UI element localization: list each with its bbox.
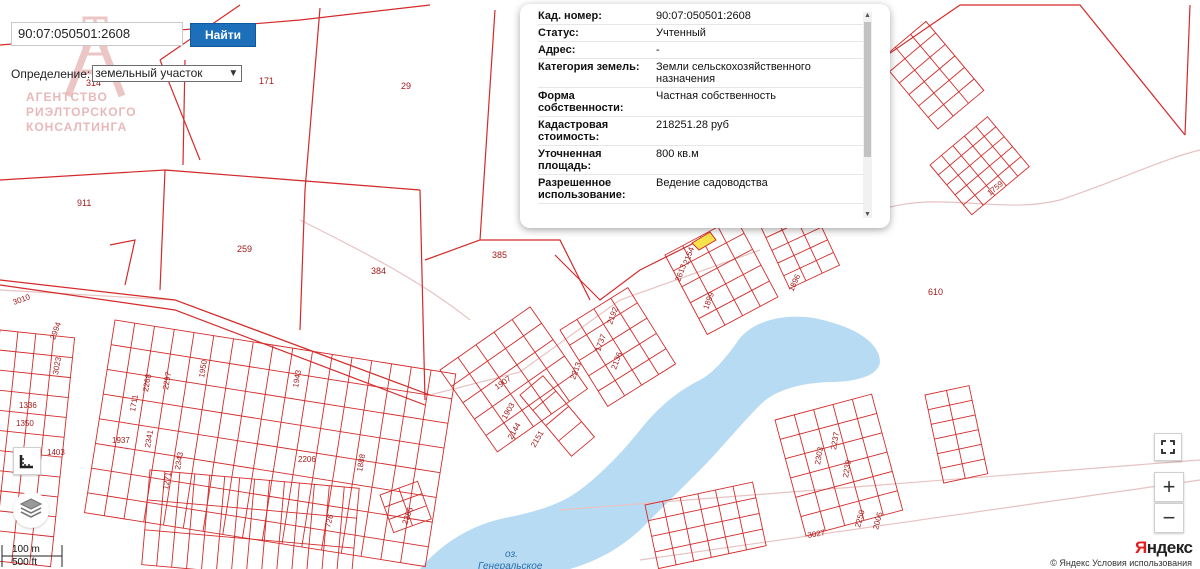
parcel-label: 1896 <box>787 272 803 292</box>
parcel-label: 2239 <box>841 459 853 479</box>
fullscreen-button[interactable] <box>1154 433 1182 461</box>
parcel-label: 2136 <box>609 350 624 370</box>
parcel-label: 385 <box>492 250 507 260</box>
parcel-label: 171 <box>259 76 274 86</box>
parcel-label: 1903 <box>500 401 517 421</box>
cadastral-search-input[interactable]: 90:07:050501:2608 <box>11 22 183 46</box>
parcel-label: 1711 <box>128 393 140 412</box>
parcel-label: 610 <box>928 287 943 297</box>
info-value: 90:07:050501:2608 <box>656 10 751 22</box>
lake-label: Генеральское <box>478 561 543 569</box>
watermark-line: АГЕНТСТВО <box>26 90 108 104</box>
info-key: Кадастровая стоимость: <box>538 119 609 143</box>
info-key: Кад. номер: <box>538 10 602 22</box>
definition-label: Определение: <box>11 66 91 81</box>
yandex-logo-rest: ндекс <box>1146 538 1193 557</box>
scale-500ft: 500 ft <box>12 557 38 568</box>
parcel-label: 3010 <box>12 292 32 307</box>
parcel-label: 259 <box>237 244 252 254</box>
info-key: Уточненная площадь: <box>538 148 602 172</box>
layers-icon <box>19 498 43 518</box>
yandex-logo-y: Я <box>1135 538 1147 557</box>
lake-label: оз. <box>505 549 518 560</box>
info-key: Категория земель: <box>538 61 640 73</box>
popup-scrollbar[interactable]: ▲ ▼ <box>863 12 872 218</box>
zoom-out-button[interactable]: − <box>1154 503 1184 533</box>
info-row: Разрешенное использование: Ведение садово… <box>538 175 870 204</box>
parcel-label: 1336 <box>19 401 37 410</box>
parcel-label: 2151 <box>529 429 546 449</box>
info-value: Частная собственность <box>656 90 777 102</box>
info-row: Адрес: - <box>538 42 870 59</box>
info-value: Ведение садоводства <box>656 177 768 189</box>
info-value: Учтенный <box>656 27 706 39</box>
parcel-label: 29 <box>401 81 411 91</box>
scroll-up-icon[interactable]: ▲ <box>864 12 871 19</box>
search-button[interactable]: Найти <box>190 23 256 47</box>
info-row: Кадастровая стоимость: 218251.28 руб <box>538 117 870 146</box>
parcel-label: 911 <box>77 198 91 208</box>
parcel-label: 1403 <box>47 448 65 457</box>
info-value: Земли сельскохозяйственного назначения <box>656 61 811 85</box>
layers-button[interactable] <box>13 492 49 528</box>
parcel-label: 1943 <box>291 369 303 389</box>
info-row: Категория земель: Земли сельскохозяйствен… <box>538 59 870 88</box>
info-key: Статус: <box>538 27 579 39</box>
parcel-label: 1737 <box>593 332 608 352</box>
info-value: 800 кв.м <box>656 148 699 160</box>
parcel-label: 2994 <box>48 320 63 340</box>
fullscreen-icon <box>1161 440 1175 454</box>
watermark-line: КОНСАЛТИНГА <box>26 120 128 134</box>
parcel-label: 2343 <box>173 451 185 471</box>
parcel-label: 1888 <box>355 453 367 473</box>
ruler-icon <box>19 455 33 469</box>
scale-100m: 100 m <box>12 544 40 555</box>
zoom-in-button[interactable]: + <box>1154 472 1184 502</box>
info-row: Статус: Учтенный <box>538 25 870 42</box>
info-key: Форма собственности: <box>538 90 624 114</box>
parcel-label: 2213 <box>568 360 583 380</box>
parcel-label: 1937 <box>112 436 130 445</box>
agency-watermark: АГЕНТСТВО РИЭЛТОРСКОГО КОНСАЛТИНГА <box>26 90 137 135</box>
parcel-info-popup: Кад. номер: 90:07:050501:2608 Статус: Учте… <box>520 4 890 228</box>
parcel-label: 3027 <box>807 528 827 540</box>
definition-select[interactable]: земельный участок ▼ <box>92 65 243 82</box>
parcel-label: 3023 <box>51 356 63 376</box>
parcel-label: 2206 <box>298 455 316 464</box>
parcel-label: 2613 <box>673 262 688 282</box>
parcel-label: 2355 <box>400 505 415 525</box>
info-row: Кад. номер: 90:07:050501:2608 <box>538 8 870 25</box>
parcel-label: 2250 <box>853 508 866 528</box>
info-value: 218251.28 руб <box>656 119 729 131</box>
parcel-label: 2297 <box>161 371 173 391</box>
parcel-info-table: Кад. номер: 90:07:050501:2608 Статус: Учте… <box>538 8 870 204</box>
copyright-terms[interactable]: © Яндекс Условия использования <box>1050 558 1192 568</box>
parcel-label: 2303 <box>813 446 825 466</box>
parcel-label: 1350 <box>16 419 34 428</box>
parcel-label: 2005 <box>871 510 884 530</box>
scrollbar-thumb[interactable] <box>864 22 871 157</box>
parcel-label: 2341 <box>143 429 155 449</box>
parcel-label: 1907 <box>493 374 513 392</box>
parcel-label: 2144 <box>506 421 523 441</box>
chevron-down-icon: ▼ <box>228 68 239 79</box>
info-key: Разрешенное использование: <box>538 177 626 201</box>
parcel-label: 2268 <box>141 373 153 393</box>
info-row: Уточненная площадь: 800 кв.м <box>538 146 870 175</box>
parcel-label: 384 <box>371 266 386 276</box>
info-key: Адрес: <box>538 44 576 56</box>
ruler-button[interactable] <box>13 447 41 475</box>
parcel-label: 2237 <box>829 431 841 451</box>
parcel-label: 1899 <box>701 290 716 310</box>
definition-selected: земельный участок <box>95 66 203 80</box>
info-value: - <box>656 44 660 56</box>
yandex-logo[interactable]: Яндекс <box>1135 538 1193 558</box>
scroll-down-icon[interactable]: ▼ <box>864 211 871 218</box>
info-row: Форма собственности: Частная собственност… <box>538 88 870 117</box>
parcel-label: 1271 <box>161 471 173 491</box>
watermark-line: РИЭЛТОРСКОГО <box>26 105 137 119</box>
definition-row: Определение: земельный участок ▼ <box>11 65 243 82</box>
